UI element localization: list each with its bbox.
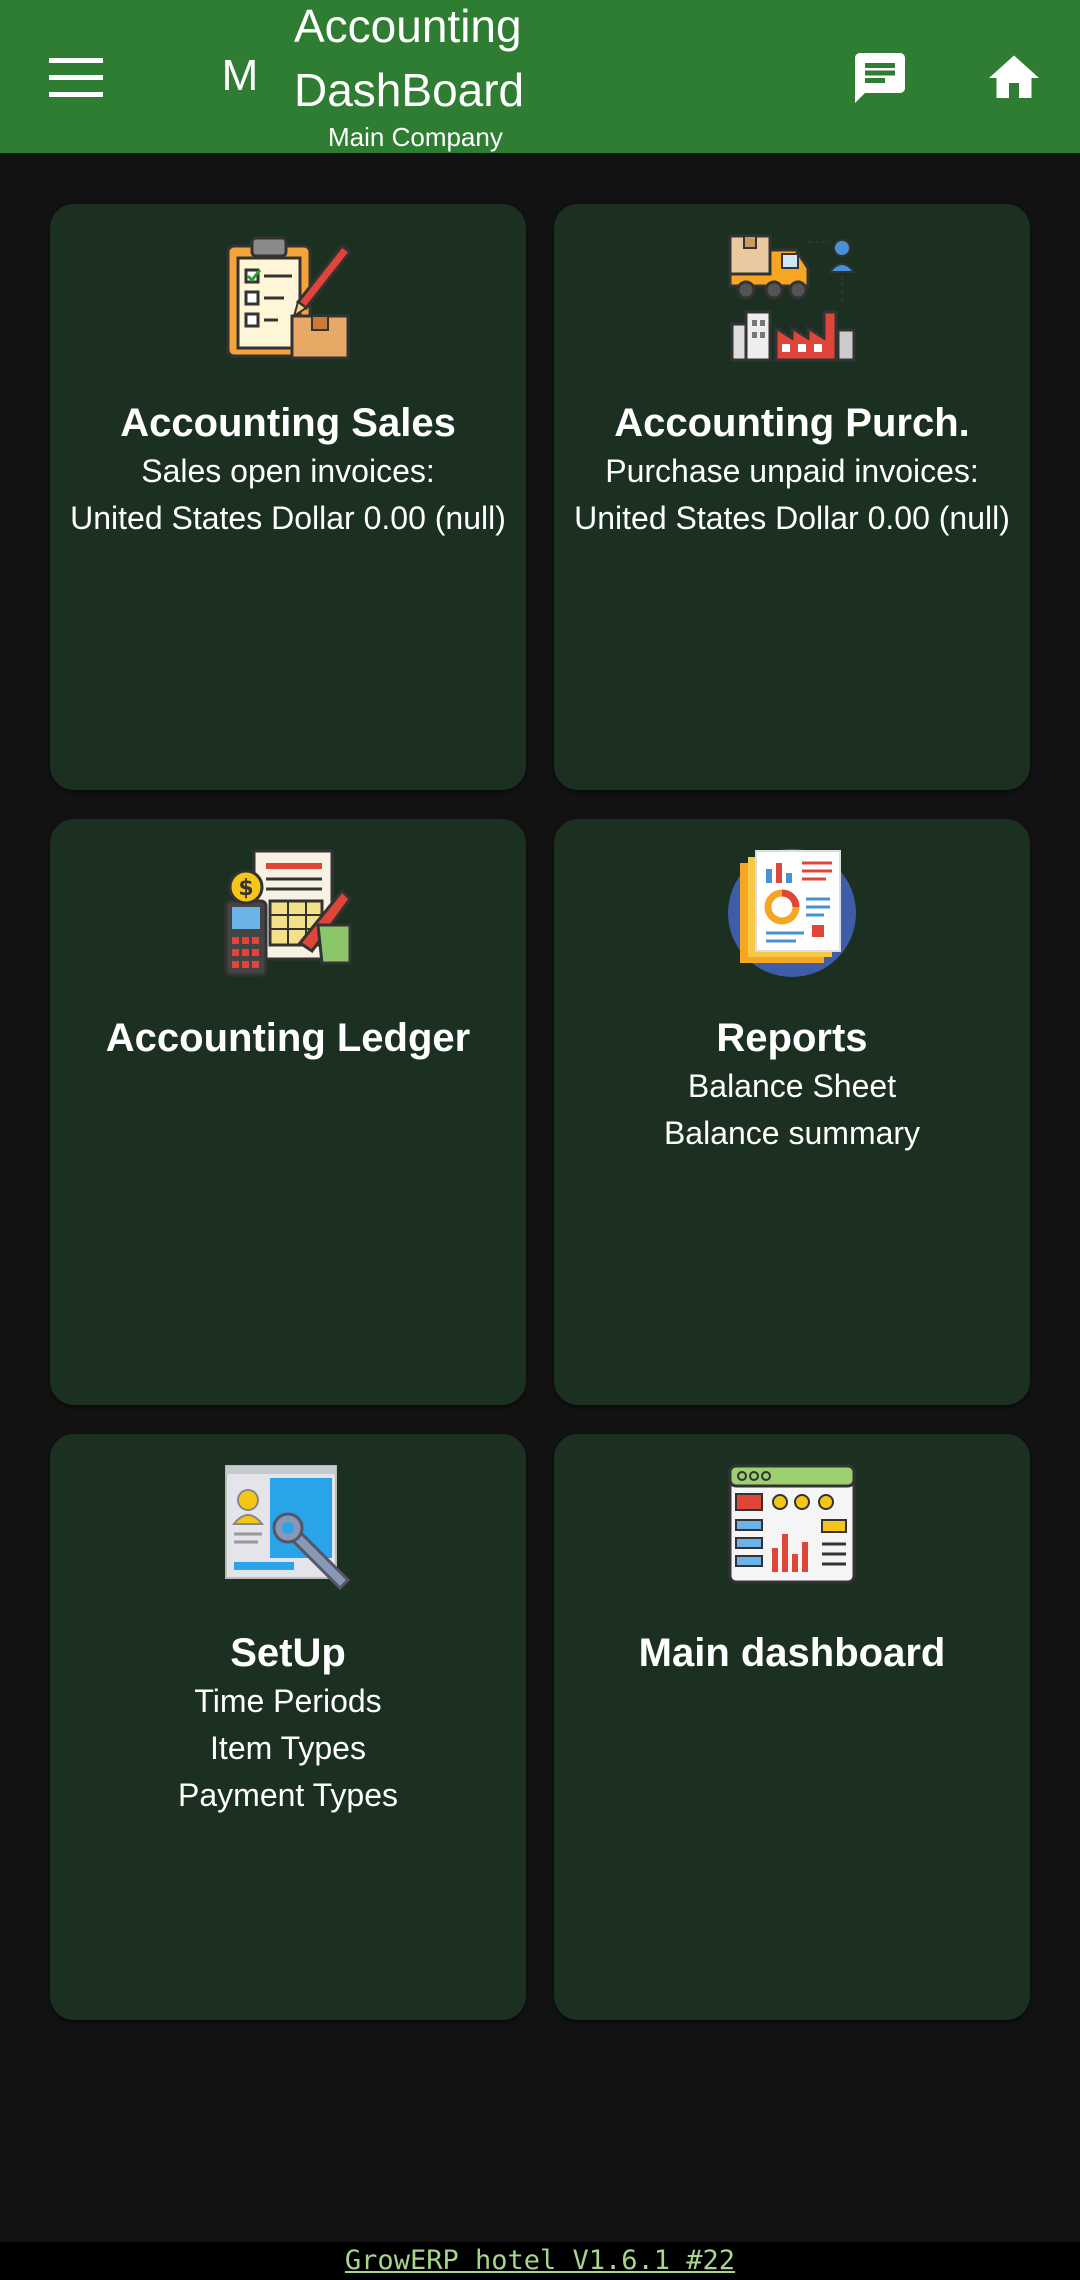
menu-icon (49, 58, 103, 97)
card-title: Main dashboard (638, 1631, 946, 1675)
version-link[interactable]: GrowERP hotel V1.6.1 #22 (345, 2245, 735, 2276)
card-title: Accounting Sales (120, 401, 456, 445)
home-icon (989, 55, 1039, 98)
report-documents-icon (728, 849, 856, 977)
card-setup[interactable]: SetUp Time Periods Item Types Payment Ty… (50, 1434, 526, 2020)
ledger-calculator-icon: $ (224, 849, 352, 977)
dashboard-window-icon (728, 1464, 856, 1584)
chat-button[interactable] (844, 42, 916, 114)
card-reports[interactable]: Reports Balance Sheet Balance summary (554, 819, 1030, 1405)
card-line: Purchase unpaid invoices: (605, 453, 979, 489)
footer: GrowERP hotel V1.6.1 #22 (0, 2242, 1080, 2280)
card-line: Balance summary (663, 1115, 921, 1151)
card-line: Sales open invoices: (141, 453, 435, 489)
menu-button[interactable] (40, 42, 112, 114)
card-line: Payment Types (178, 1777, 398, 1813)
card-title: Accounting Purch. (614, 401, 970, 445)
card-line: Time Periods (194, 1683, 382, 1719)
chat-icon (855, 53, 905, 103)
setup-wrench-icon (225, 1465, 351, 1591)
card-accounting-purchase[interactable]: Accounting Purch. Purchase unpaid invoic… (554, 204, 1030, 790)
app-bar: M Accounting DashBoard Main Company (0, 0, 1080, 153)
card-title: SetUp (230, 1631, 346, 1675)
card-accounting-ledger[interactable]: $ Accounting Ledger (50, 819, 526, 1405)
card-line: Balance Sheet (687, 1068, 897, 1104)
card-title: Reports (716, 1016, 868, 1060)
card-line: Item Types (210, 1730, 366, 1766)
svg-text:$: $ (238, 876, 253, 901)
card-accounting-sales[interactable]: Accounting Sales Sales open invoices: Un… (50, 204, 526, 790)
card-line: United States Dollar 0.00 (null) (574, 500, 1010, 536)
delivery-truck-factory-icon (728, 234, 857, 362)
home-button[interactable] (978, 42, 1050, 114)
page-title: Accounting DashBoard (294, 0, 525, 116)
company-avatar[interactable]: M (212, 40, 268, 112)
company-name: Main Company (328, 122, 503, 152)
card-line: United States Dollar 0.00 (null) (70, 500, 506, 536)
card-main-dashboard[interactable]: Main dashboard (554, 1434, 1030, 2020)
clipboard-checklist-icon (226, 236, 353, 360)
card-title: Accounting Ledger (105, 1016, 471, 1060)
